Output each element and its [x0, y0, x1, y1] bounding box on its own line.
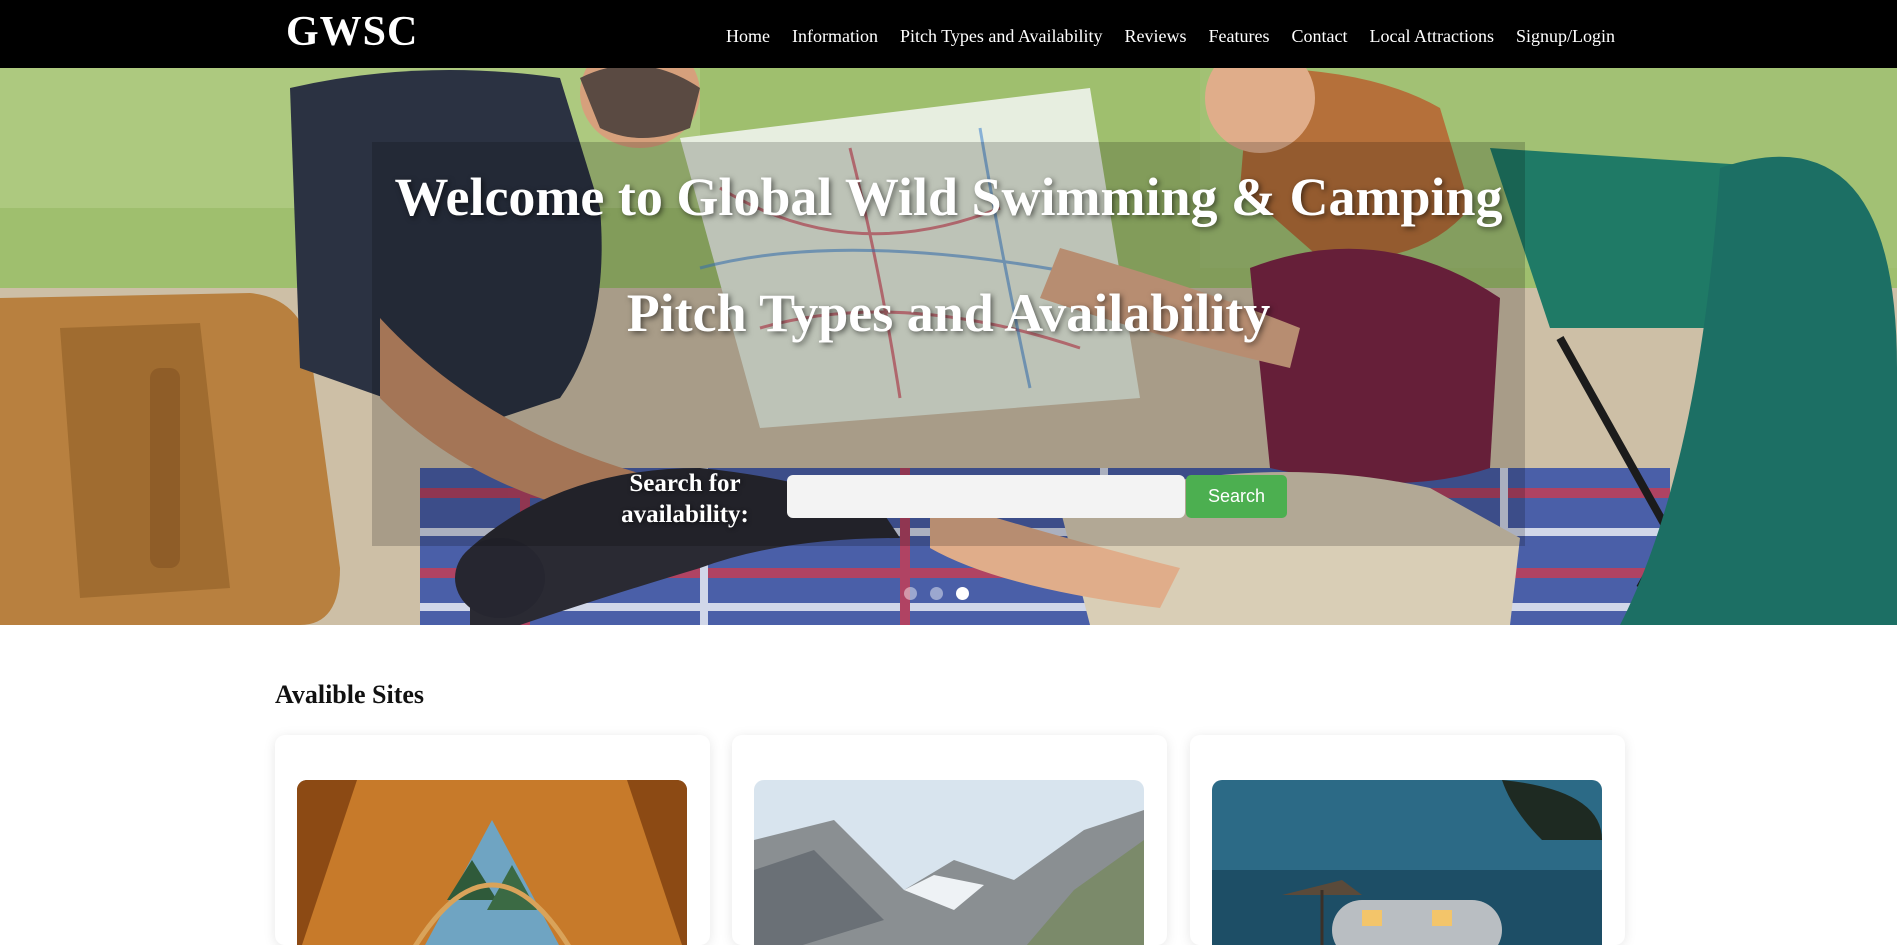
hero-title: Welcome to Global Wild Swimming & Campin…	[394, 167, 1503, 227]
site-card[interactable]	[275, 735, 710, 945]
hero-banner: Welcome to Global Wild Swimming & Campin…	[0, 68, 1897, 625]
nav-signup-login[interactable]: Signup/Login	[1516, 26, 1615, 47]
carousel-dot-3[interactable]	[956, 587, 969, 600]
search-label: Search for availability:	[621, 470, 749, 528]
site-card[interactable]	[732, 735, 1167, 945]
search-button[interactable]: Search	[1186, 475, 1287, 518]
nav-pitch-types[interactable]: Pitch Types and Availability	[900, 26, 1103, 47]
top-navbar: GWSC Home Information Pitch Types and Av…	[0, 0, 1897, 68]
tent-photo	[297, 780, 687, 945]
carousel-dots	[904, 587, 969, 600]
nav-home[interactable]: Home	[726, 26, 770, 47]
mountain-photo	[754, 780, 1144, 945]
site-photo-caravan	[1212, 780, 1602, 945]
sites-heading: Avalible Sites	[275, 680, 425, 709]
site-photo-mountains	[754, 780, 1144, 945]
caravan-photo	[1212, 780, 1602, 945]
carousel-dot-1[interactable]	[904, 587, 917, 600]
hero-subtitle: Pitch Types and Availability	[626, 283, 1271, 343]
nav-reviews[interactable]: Reviews	[1125, 26, 1187, 47]
nav-local-attractions[interactable]: Local Attractions	[1370, 26, 1494, 47]
site-photo-tent	[297, 780, 687, 945]
carousel-dot-2[interactable]	[930, 587, 943, 600]
nav-information[interactable]: Information	[792, 26, 878, 47]
site-card[interactable]	[1190, 735, 1625, 945]
main-nav: Home Information Pitch Types and Availab…	[726, 26, 1615, 47]
site-logo[interactable]: GWSC	[286, 8, 418, 56]
nav-features[interactable]: Features	[1209, 26, 1270, 47]
nav-contact[interactable]: Contact	[1292, 26, 1348, 47]
search-input[interactable]	[787, 475, 1185, 518]
